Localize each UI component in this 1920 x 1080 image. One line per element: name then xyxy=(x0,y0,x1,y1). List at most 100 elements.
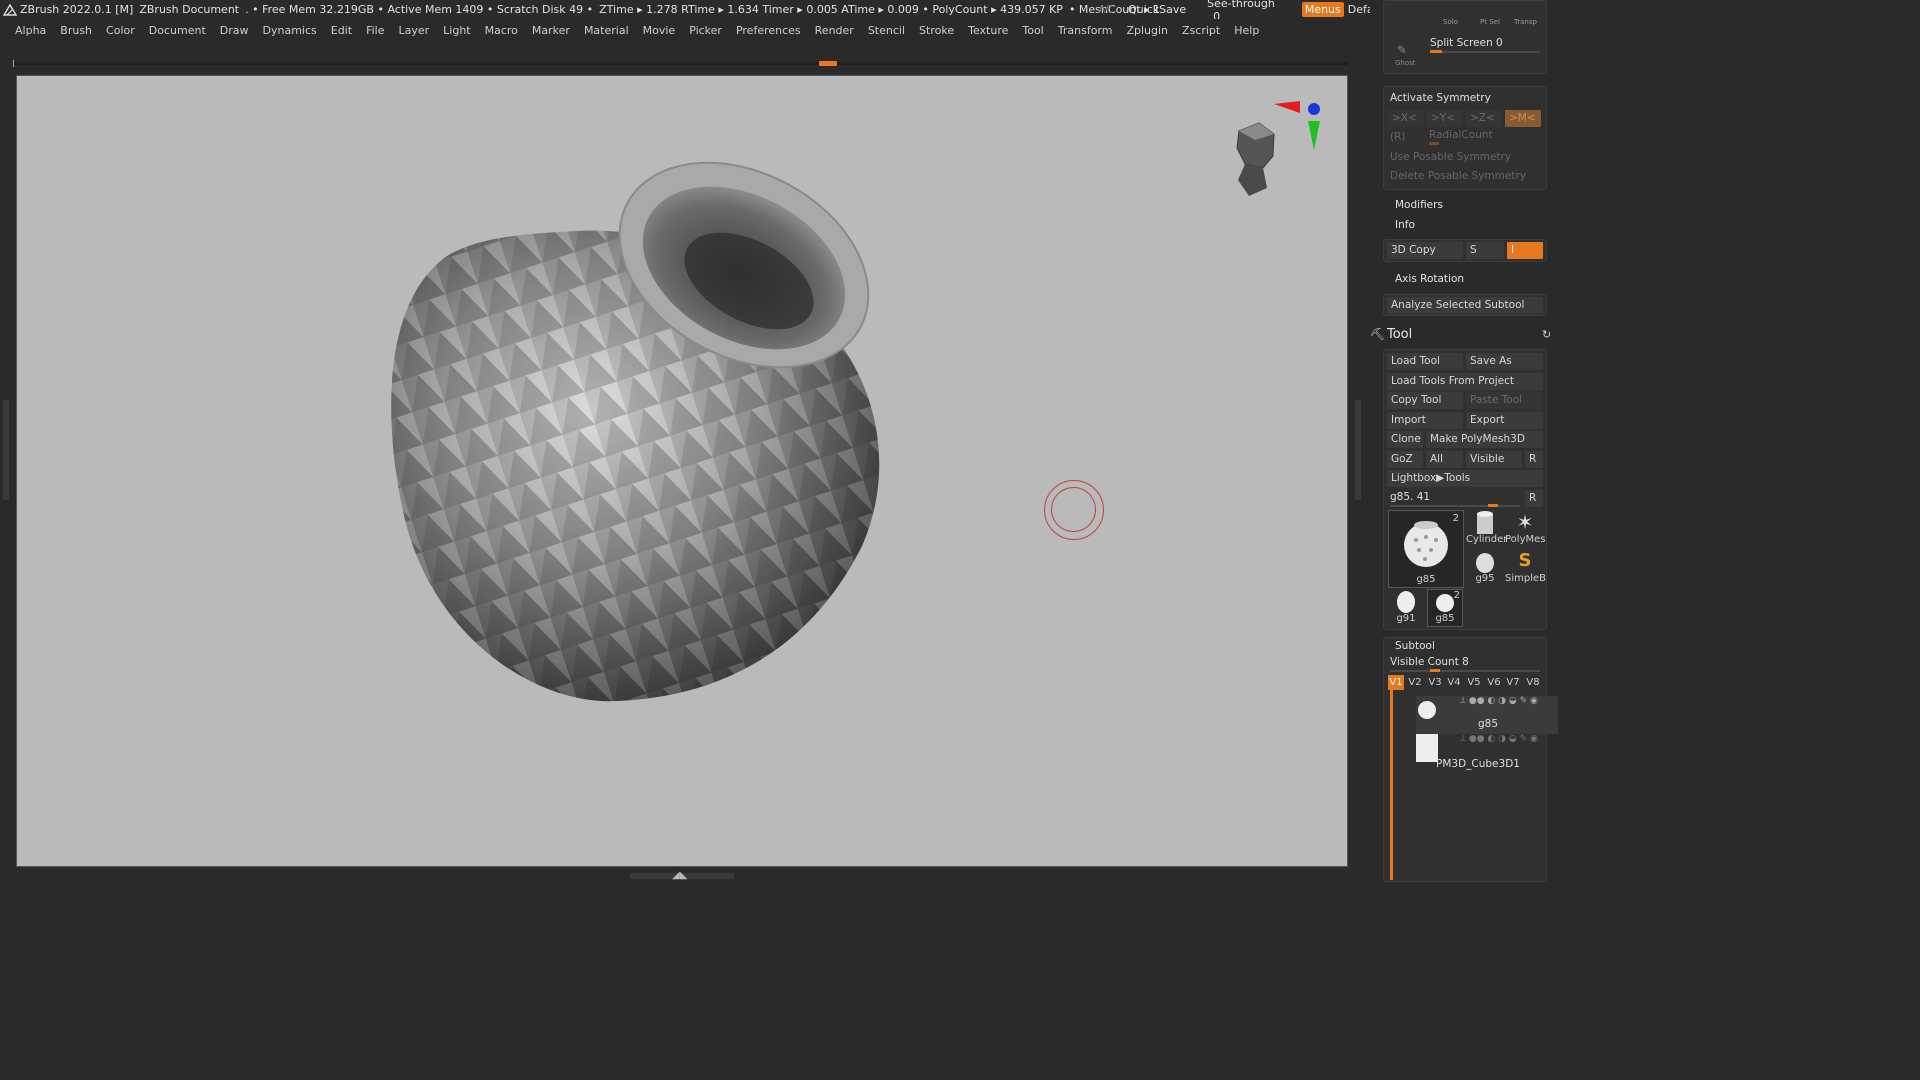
tray-arrows-icon[interactable]: ◢◣ xyxy=(672,871,687,881)
ptsel-label[interactable]: Pt Sel xyxy=(1480,18,1500,26)
tool-thumb-g91[interactable]: g91 xyxy=(1388,589,1424,627)
tool-thumb-g85-small[interactable]: 2 g85 xyxy=(1427,589,1463,627)
subtool-header[interactable]: Subtool xyxy=(1395,640,1435,652)
copy3d-button[interactable]: 3D Copy xyxy=(1387,242,1463,259)
visibility-set-v8[interactable]: V8 xyxy=(1525,675,1541,690)
menu-draw[interactable]: Draw xyxy=(220,24,249,37)
timeline-handle[interactable] xyxy=(819,61,837,66)
sym-y-button[interactable]: >Y< xyxy=(1427,110,1463,127)
goz-r-button[interactable]: R xyxy=(1525,451,1543,468)
menu-brush[interactable]: Brush xyxy=(60,24,92,37)
make-polymesh3d-button[interactable]: Make PolyMesh3D xyxy=(1426,431,1543,448)
menu-render[interactable]: Render xyxy=(815,24,854,37)
visibility-set-v5[interactable]: V5 xyxy=(1466,675,1482,690)
visibility-set-v1[interactable]: V1 xyxy=(1388,675,1404,690)
paste-tool-button[interactable]: Paste Tool xyxy=(1466,392,1543,409)
visibility-set-v2[interactable]: V2 xyxy=(1407,675,1423,690)
vase-mesh[interactable] xyxy=(391,122,904,702)
delete-posable-symmetry-button[interactable]: Delete Posable Symmetry xyxy=(1390,170,1526,182)
app-title: ZBrush 2022.0.1 [M] xyxy=(20,3,134,16)
modifiers-header[interactable]: Modifiers xyxy=(1395,199,1443,211)
tool-thumb-cylinder[interactable]: Cylinder xyxy=(1466,510,1507,548)
import-button[interactable]: Import xyxy=(1387,412,1463,429)
menu-picker[interactable]: Picker xyxy=(689,24,722,37)
right-tray-handle[interactable] xyxy=(1355,400,1361,500)
solo-label[interactable]: Solo xyxy=(1443,18,1458,26)
subtool-controls-icon[interactable]: ⟂ ●● ◐ ◑ ◒ ✎ ◉ xyxy=(1460,696,1538,706)
timeline-track[interactable] xyxy=(13,60,1348,67)
tool-thumb-simplebrush[interactable]: S SimpleB xyxy=(1505,550,1546,588)
goz-button[interactable]: GoZ xyxy=(1387,451,1423,468)
tool-palette-title[interactable]: Tool xyxy=(1387,327,1412,342)
menu-layer[interactable]: Layer xyxy=(398,24,429,37)
navigation-cube-icon[interactable] xyxy=(1236,101,1320,196)
ac-label[interactable]: AC xyxy=(1098,3,1113,16)
copy-tool-button[interactable]: Copy Tool xyxy=(1387,392,1463,409)
goz-all-button[interactable]: All xyxy=(1426,451,1463,468)
analyze-subtool-button[interactable]: Analyze Selected Subtool xyxy=(1387,297,1543,314)
menu-color[interactable]: Color xyxy=(106,24,135,37)
subtool-item-g85[interactable]: ⟂ ●● ◐ ◑ ◒ ✎ ◉ g85 xyxy=(1416,696,1558,734)
radial-count-slider[interactable]: RadialCount xyxy=(1429,129,1493,141)
menu-movie[interactable]: Movie xyxy=(643,24,676,37)
tool-palette-icon[interactable]: ⛏ xyxy=(1370,327,1385,341)
menu-material[interactable]: Material xyxy=(584,24,629,37)
use-posable-symmetry-button[interactable]: Use Posable Symmetry xyxy=(1390,151,1511,163)
menu-zplugin[interactable]: Zplugin xyxy=(1126,24,1168,37)
visibility-set-v4[interactable]: V4 xyxy=(1446,675,1462,690)
sym-m-button[interactable]: >M< xyxy=(1505,110,1541,127)
sym-r-button[interactable]: (R) xyxy=(1390,131,1406,143)
menu-light[interactable]: Light xyxy=(443,24,470,37)
tool-thumb-g95[interactable]: g95 xyxy=(1466,550,1504,588)
load-tools-from-project-button[interactable]: Load Tools From Project xyxy=(1387,373,1543,390)
clone-button[interactable]: Clone xyxy=(1387,431,1423,448)
tool-thumb-g85-large[interactable]: 2 g85 xyxy=(1388,510,1464,588)
subtool-controls-icon[interactable]: ⟂ ●● ◐ ◑ ◒ ✎ ◉ xyxy=(1460,734,1538,744)
menu-macro[interactable]: Macro xyxy=(485,24,518,37)
subtool-scrollbar[interactable] xyxy=(1390,690,1393,880)
save-as-button[interactable]: Save As xyxy=(1466,353,1543,370)
menu-texture[interactable]: Texture xyxy=(968,24,1008,37)
export-button[interactable]: Export xyxy=(1466,412,1543,429)
axis-rotation-header[interactable]: Axis Rotation xyxy=(1395,273,1464,285)
menu-document[interactable]: Document xyxy=(149,24,206,37)
menu-zscript[interactable]: Zscript xyxy=(1182,24,1220,37)
info-header[interactable]: Info xyxy=(1395,219,1415,231)
menus-toggle[interactable]: Menus xyxy=(1301,2,1344,17)
menu-alpha[interactable]: Alpha xyxy=(15,24,46,37)
split-screen-slider[interactable]: Split Screen 0 xyxy=(1430,37,1503,49)
menu-stroke[interactable]: Stroke xyxy=(919,24,954,37)
tool-thumb-polymesh[interactable]: ✶ PolyMes xyxy=(1505,510,1545,548)
current-tool-r-button[interactable]: R xyxy=(1525,490,1543,507)
left-tray-handle[interactable] xyxy=(3,400,9,500)
activate-symmetry-button[interactable]: Activate Symmetry xyxy=(1390,92,1491,104)
subtool-item-pm3d-cube[interactable]: ⟂ ●● ◐ ◑ ◒ ✎ ◉ PM3D_Cube3D1 xyxy=(1416,734,1558,772)
visible-count-slider[interactable]: Visible Count 8 xyxy=(1390,656,1469,668)
tool-palette-reset-icon[interactable]: ↻ xyxy=(1542,328,1551,341)
menu-transform[interactable]: Transform xyxy=(1058,24,1113,37)
goz-visible-button[interactable]: Visible xyxy=(1466,451,1522,468)
menu-tool[interactable]: Tool xyxy=(1022,24,1043,37)
menu-file[interactable]: File xyxy=(366,24,384,37)
menu-edit[interactable]: Edit xyxy=(331,24,352,37)
menu-help[interactable]: Help xyxy=(1234,24,1259,37)
current-tool-slider[interactable]: g85. 41 xyxy=(1390,491,1430,503)
menu-dynamics[interactable]: Dynamics xyxy=(263,24,317,37)
ghost-icon[interactable]: ✎ xyxy=(1397,43,1413,59)
document-canvas[interactable] xyxy=(16,75,1348,867)
sym-x-button[interactable]: >X< xyxy=(1388,110,1424,127)
copy3d-s-button[interactable]: S xyxy=(1466,242,1504,259)
menu-preferences[interactable]: Preferences xyxy=(736,24,801,37)
menu-marker[interactable]: Marker xyxy=(532,24,570,37)
lightbox-tools-button[interactable]: Lightbox▶Tools xyxy=(1387,470,1543,487)
visibility-set-v6[interactable]: V6 xyxy=(1486,675,1502,690)
load-tool-button[interactable]: Load Tool xyxy=(1387,353,1463,370)
visibility-set-v7[interactable]: V7 xyxy=(1505,675,1521,690)
sym-z-button[interactable]: >Z< xyxy=(1466,110,1502,127)
copy3d-i-button[interactable]: I xyxy=(1507,242,1543,259)
quicksave-button[interactable]: QuickSave xyxy=(1128,3,1186,16)
simple-brush-icon: S xyxy=(1518,550,1532,571)
menu-stencil[interactable]: Stencil xyxy=(868,24,905,37)
visibility-set-v3[interactable]: V3 xyxy=(1427,675,1443,690)
transp-label[interactable]: Transp xyxy=(1514,18,1537,26)
